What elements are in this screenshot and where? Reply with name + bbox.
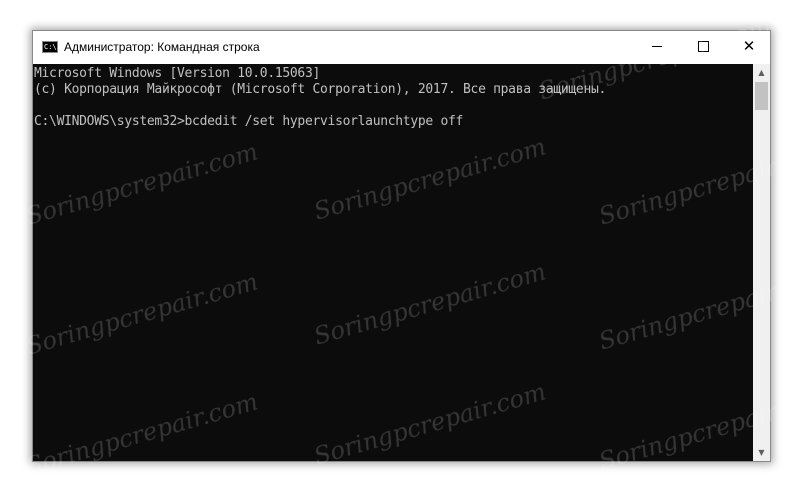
arrow-down-icon: ▼ — [758, 448, 765, 457]
console-output[interactable]: Microsoft Windows [Version 10.0.15063] (… — [33, 64, 753, 461]
cmd-window: C:\ Администратор: Командная строка ✕ Mi… — [32, 30, 771, 462]
window-title: Администратор: Командная строка — [64, 40, 260, 54]
maximize-button[interactable] — [680, 31, 726, 62]
scroll-down-button[interactable]: ▼ — [753, 444, 770, 461]
maximize-icon — [697, 41, 709, 52]
scrollbar-thumb[interactable] — [755, 82, 768, 110]
minimize-icon — [652, 46, 662, 47]
vertical-scrollbar[interactable]: ▲ ▼ — [753, 64, 770, 461]
console-line: (c) Корпорация Майкрософт (Microsoft Cor… — [34, 82, 607, 97]
console-prompt-line[interactable]: C:\WINDOWS\system32>bcdedit /set hypervi… — [34, 114, 753, 130]
close-icon: ✕ — [742, 37, 756, 55]
arrow-up-icon: ▲ — [758, 68, 765, 77]
title-bar[interactable]: C:\ Администратор: Командная строка ✕ — [33, 31, 770, 64]
minimize-button[interactable] — [634, 31, 680, 62]
scroll-up-button[interactable]: ▲ — [753, 64, 770, 81]
close-button[interactable]: ✕ — [726, 31, 772, 62]
cmd-app-icon[interactable]: C:\ — [42, 41, 58, 53]
console-line: Microsoft Windows [Version 10.0.15063] — [34, 66, 321, 81]
